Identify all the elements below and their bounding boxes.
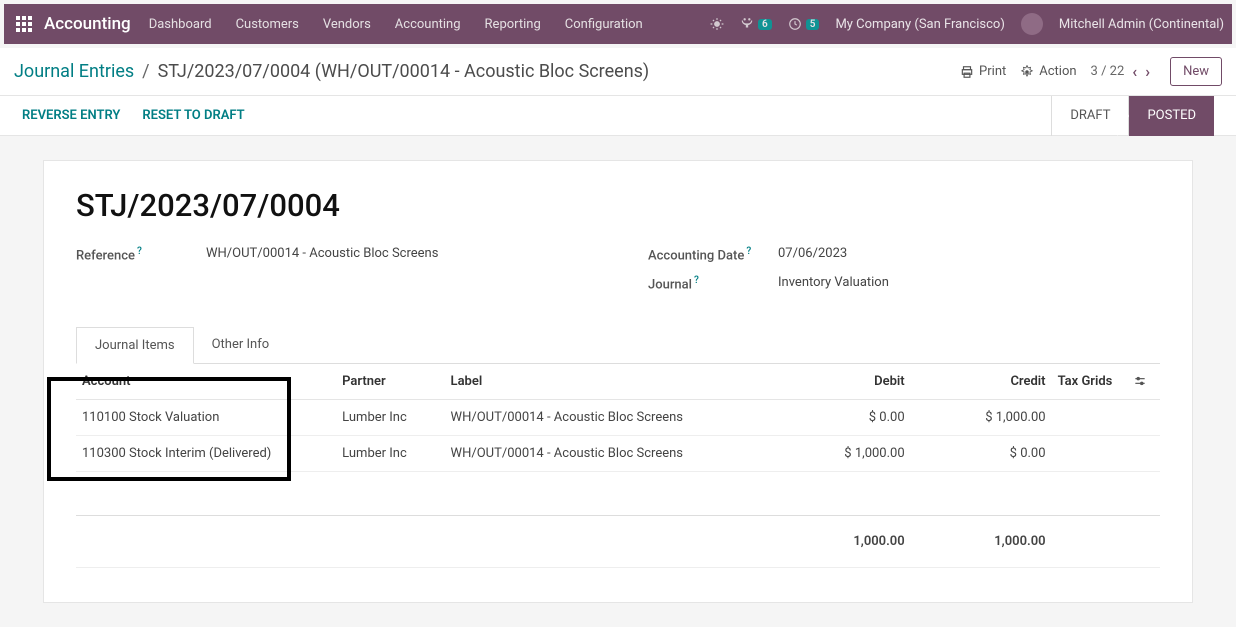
reference-value: WH/OUT/00014 - Acoustic Bloc Screens <box>206 246 438 263</box>
total-debit: 1,000.00 <box>770 515 911 567</box>
table-row[interactable]: 110100 Stock Valuation Lumber Inc WH/OUT… <box>76 399 1160 435</box>
help-icon[interactable]: ? <box>746 246 751 257</box>
company-switcher[interactable]: My Company (San Francisco) <box>835 17 1004 32</box>
messages-icon[interactable]: 6 <box>740 17 772 31</box>
nav-menu: Dashboard Customers Vendors Accounting R… <box>149 17 643 32</box>
debug-icon[interactable] <box>710 17 724 31</box>
journal-value: Inventory Valuation <box>778 275 889 292</box>
breadcrumb-sep: / <box>142 61 149 82</box>
nav-customers[interactable]: Customers <box>236 17 299 32</box>
cell-partner: Lumber Inc <box>336 435 444 471</box>
tab-other-info[interactable]: Other Info <box>194 327 288 363</box>
tab-journal-items[interactable]: Journal Items <box>76 327 194 364</box>
cell-account: 110300 Stock Interim (Delivered) <box>76 435 336 471</box>
col-account: Account <box>76 364 336 400</box>
cell-debit: $ 0.00 <box>770 399 911 435</box>
cell-account: 110100 Stock Valuation <box>76 399 336 435</box>
status-bar: REVERSE ENTRY RESET TO DRAFT DRAFT POSTE… <box>0 96 1236 136</box>
col-partner: Partner <box>336 364 444 400</box>
pager-text: 3 / 22 <box>1091 64 1125 79</box>
col-credit: Credit <box>911 364 1052 400</box>
doc-title: STJ/2023/07/0004 <box>76 187 1160 224</box>
cell-partner: Lumber Inc <box>336 399 444 435</box>
total-credit: 1,000.00 <box>911 515 1052 567</box>
nav-configuration[interactable]: Configuration <box>565 17 643 32</box>
apps-icon[interactable] <box>12 12 36 36</box>
brand: Accounting <box>44 14 131 34</box>
cell-debit: $ 1,000.00 <box>770 435 911 471</box>
top-nav: Accounting Dashboard Customers Vendors A… <box>4 4 1232 44</box>
col-debit: Debit <box>770 364 911 400</box>
action-button[interactable]: Action <box>1020 64 1076 79</box>
journal-label: Journal <box>648 278 692 293</box>
journal-items-table: Account Partner Label Debit Credit Tax G… <box>76 364 1160 568</box>
cell-label: WH/OUT/00014 - Acoustic Bloc Screens <box>445 435 770 471</box>
avatar[interactable] <box>1021 13 1043 35</box>
user-menu[interactable]: Mitchell Admin (Continental) <box>1059 17 1224 32</box>
activities-badge: 5 <box>806 19 820 30</box>
breadcrumb-current: STJ/2023/07/0004 (WH/OUT/00014 - Acousti… <box>158 61 650 82</box>
reverse-entry-button[interactable]: REVERSE ENTRY <box>22 108 120 123</box>
nav-reporting[interactable]: Reporting <box>485 17 541 32</box>
status-posted[interactable]: POSTED <box>1128 96 1214 136</box>
col-label: Label <box>445 364 770 400</box>
tabs: Journal Items Other Info <box>76 327 1160 364</box>
print-button[interactable]: Print <box>960 64 1006 79</box>
activities-icon[interactable]: 5 <box>788 17 820 31</box>
help-icon[interactable]: ? <box>137 246 142 257</box>
nav-accounting[interactable]: Accounting <box>395 17 461 32</box>
pager-next[interactable]: › <box>1145 62 1150 81</box>
cell-credit: $ 0.00 <box>911 435 1052 471</box>
new-button[interactable]: New <box>1170 57 1222 86</box>
form-sheet: STJ/2023/07/0004 Reference? WH/OUT/00014… <box>43 160 1193 603</box>
settings-icon[interactable] <box>1133 374 1154 388</box>
nav-dashboard[interactable]: Dashboard <box>149 17 212 32</box>
table-row[interactable]: 110300 Stock Interim (Delivered) Lumber … <box>76 435 1160 471</box>
help-icon[interactable]: ? <box>694 275 699 286</box>
messages-badge: 6 <box>758 19 772 30</box>
pager-prev[interactable]: ‹ <box>1132 62 1137 81</box>
breadcrumb-parent[interactable]: Journal Entries <box>14 61 134 82</box>
date-label: Accounting Date <box>648 248 744 263</box>
cell-credit: $ 1,000.00 <box>911 399 1052 435</box>
col-tax-grids: Tax Grids <box>1052 364 1128 400</box>
right-nav: 6 5 My Company (San Francisco) Mitchell … <box>710 13 1224 35</box>
date-value: 07/06/2023 <box>778 246 847 263</box>
paginator: 3 / 22 ‹ › <box>1091 62 1151 81</box>
nav-vendors[interactable]: Vendors <box>323 17 371 32</box>
reference-label: Reference <box>76 248 135 263</box>
reset-to-draft-button[interactable]: RESET TO DRAFT <box>142 108 244 123</box>
breadcrumb-bar: Journal Entries / STJ/2023/07/0004 (WH/O… <box>0 48 1236 96</box>
cell-label: WH/OUT/00014 - Acoustic Bloc Screens <box>445 399 770 435</box>
